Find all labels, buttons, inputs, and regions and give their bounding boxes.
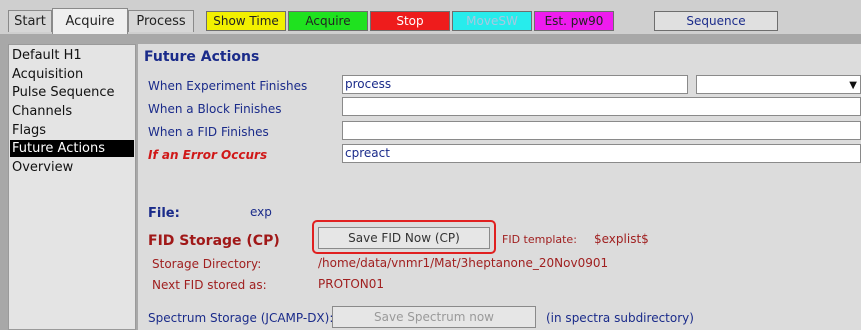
sidebar-item-pulse-sequence[interactable]: Pulse Sequence — [10, 84, 134, 101]
file-label: File: — [148, 206, 180, 221]
est-pw90-button[interactable]: Est. pw90 — [534, 11, 614, 31]
row-label-block-finishes: When a Block Finishes — [148, 102, 282, 116]
movesw-button[interactable]: MoveSW — [452, 11, 532, 31]
sidebar: Default H1 Acquisition Pulse Sequence Ch… — [8, 44, 136, 330]
sidebar-item-acquisition[interactable]: Acquisition — [10, 66, 134, 83]
sidebar-item-flags[interactable]: Flags — [10, 122, 134, 139]
section-title: Future Actions — [144, 49, 260, 65]
save-fid-now-button[interactable]: Save FID Now (CP) — [318, 227, 490, 249]
sidebar-item-channels[interactable]: Channels — [10, 103, 134, 120]
fid-template-label: FID template: — [502, 233, 577, 246]
top-toolbar: Start Acquire Process Show Time Acquire … — [0, 0, 861, 34]
save-spectrum-now-button[interactable]: Save Spectrum now — [332, 306, 536, 328]
show-time-button[interactable]: Show Time — [206, 11, 286, 31]
tab-acquire[interactable]: Acquire — [52, 8, 128, 34]
main-panel: Future Actions When Experiment Finishes … — [138, 44, 861, 330]
fid-finishes-field[interactable] — [342, 121, 861, 140]
fid-template-value: $explist$ — [594, 232, 649, 246]
error-occurs-field[interactable]: cpreact — [342, 144, 861, 163]
row-label-fid-finishes: When a FID Finishes — [148, 125, 269, 139]
sidebar-item-overview[interactable]: Overview — [10, 159, 134, 176]
chevron-down-icon: ▼ — [849, 80, 857, 91]
experiment-finishes-dropdown[interactable]: ▼ — [696, 75, 861, 94]
sidebar-item-default-h1[interactable]: Default H1 — [10, 47, 134, 64]
fid-storage-title: FID Storage (CP) — [148, 233, 280, 249]
experiment-finishes-field[interactable]: process — [342, 75, 688, 94]
row-label-experiment-finishes: When Experiment Finishes — [148, 79, 308, 93]
storage-directory-label: Storage Directory: — [152, 257, 262, 271]
next-fid-label: Next FID stored as: — [152, 278, 267, 292]
acquire-button[interactable]: Acquire — [288, 11, 368, 31]
sequence-button[interactable]: Sequence — [654, 11, 778, 31]
file-value: exp — [250, 205, 272, 219]
storage-directory-value: /home/data/vnmr1/Mat/3heptanone_20Nov090… — [318, 256, 609, 270]
tab-start[interactable]: Start — [8, 10, 52, 32]
next-fid-value: PROTON01 — [318, 277, 385, 291]
stop-button[interactable]: Stop — [370, 11, 450, 31]
spectrum-storage-label: Spectrum Storage (JCAMP-DX): — [148, 311, 334, 325]
row-label-error-occurs: If an Error Occurs — [148, 148, 268, 162]
spectra-note: (in spectra subdirectory) — [546, 311, 694, 325]
tab-process[interactable]: Process — [128, 10, 194, 32]
block-finishes-field[interactable] — [342, 97, 861, 116]
sidebar-item-future-actions[interactable]: Future Actions — [10, 140, 134, 157]
